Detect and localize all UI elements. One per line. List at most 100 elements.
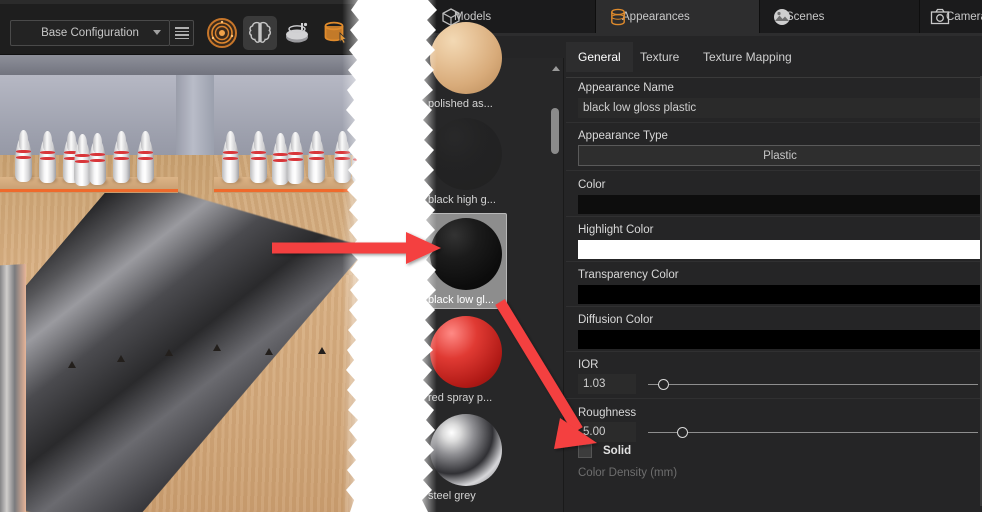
ceiling <box>0 55 372 77</box>
list-item[interactable]: steel grey <box>428 414 504 502</box>
list-menu-icon-bar <box>174 37 189 39</box>
tab-texture[interactable]: Texture <box>628 42 691 72</box>
bowling-pin <box>39 131 56 183</box>
tab-appearances-label: Appearances <box>622 11 690 23</box>
appearance-panel-fragment: Models Appearances Scenes Camer polished… <box>414 0 982 512</box>
material-thumbnail[interactable] <box>430 414 502 486</box>
sphere-scene-icon <box>772 7 792 30</box>
pin-deck-edge-left <box>0 189 178 192</box>
viewport-fragment: Base Configuration <box>0 0 372 512</box>
highlight-color-swatch[interactable] <box>578 240 982 259</box>
color-density-label: Color Density (mm) <box>578 467 678 479</box>
scene-lighting-icon[interactable] <box>281 16 315 50</box>
ior-slider-track[interactable] <box>648 384 978 385</box>
bowling-pin <box>308 131 325 183</box>
tab-scenes[interactable]: Scenes <box>760 0 920 34</box>
scroll-up-icon[interactable] <box>552 66 560 71</box>
transparency-color-swatch[interactable] <box>578 285 982 304</box>
bowling-pin <box>222 131 239 183</box>
bowling-pin <box>287 132 304 184</box>
tab-texture-mapping[interactable]: Texture Mapping <box>691 42 804 72</box>
lane-aiming-arrow <box>117 355 125 362</box>
list-menu-icon-bar <box>174 34 189 36</box>
roughness-label: Roughness <box>578 407 637 419</box>
lane-aiming-arrow <box>68 361 76 368</box>
panel-body: polished as... black high g... black low… <box>414 22 982 512</box>
appearance-name-input[interactable]: black low gloss plastic <box>578 98 982 118</box>
ior-label: IOR <box>578 359 599 371</box>
list-item-selected[interactable]: black low gl... <box>425 213 507 309</box>
divider <box>566 351 982 352</box>
torn-paper-edge-right <box>414 0 437 512</box>
tab-cameras-label: Cameras <box>946 11 982 23</box>
solid-checkbox[interactable] <box>578 444 592 458</box>
highlight-color-label: Highlight Color <box>578 224 654 236</box>
list-item[interactable]: polished as... <box>428 22 504 110</box>
render-viewport[interactable] <box>0 55 372 512</box>
tab-general[interactable]: General <box>566 42 633 72</box>
transparency-color-label: Transparency Color <box>578 269 679 281</box>
ior-input[interactable]: 1.03 <box>578 374 636 394</box>
roughness-slider-knob[interactable] <box>677 427 688 438</box>
scrollbar-thumb[interactable] <box>551 108 559 154</box>
camera-icon <box>930 8 950 28</box>
appearance-type-value: Plastic <box>763 149 797 162</box>
roughness-slider-track[interactable] <box>648 432 978 433</box>
list-item[interactable]: black high g... <box>428 118 504 206</box>
divider <box>566 216 982 217</box>
bowling-pin <box>137 131 154 183</box>
ai-denoiser-icon[interactable] <box>243 16 277 50</box>
configuration-menu-button[interactable] <box>170 20 194 46</box>
list-menu-icon-bar <box>174 27 189 29</box>
list-item-label: red spray p... <box>428 392 493 404</box>
appearance-properties: General Texture Texture Mapping Appearan… <box>566 36 982 512</box>
tab-cameras[interactable]: Cameras <box>920 0 982 34</box>
screenshot-root: Base Configuration Models Appearances Sc… <box>0 0 982 512</box>
tab-texture-mapping-label: Texture Mapping <box>703 50 792 64</box>
color-swatch[interactable] <box>578 195 982 214</box>
list-menu-icon-bar <box>174 30 189 32</box>
bowling-pin <box>113 131 130 183</box>
tab-appearances[interactable]: Appearances <box>596 0 760 34</box>
list-item-label: polished as... <box>428 98 493 110</box>
chevron-down-icon <box>153 30 161 35</box>
list-item-label: black high g... <box>428 194 496 206</box>
roughness-input[interactable]: 5.00 <box>578 422 636 442</box>
list-item-label: steel grey <box>428 490 476 502</box>
solid-label: Solid <box>603 445 632 457</box>
bowling-pin <box>89 133 106 185</box>
material-thumbnail[interactable] <box>430 22 502 94</box>
ior-slider-knob[interactable] <box>658 379 669 390</box>
left-toolbar: Base Configuration <box>0 0 372 55</box>
tab-general-label: General <box>578 50 621 64</box>
bowling-pin <box>250 131 267 183</box>
lane-aiming-arrow <box>265 348 273 355</box>
divider <box>566 398 982 399</box>
color-label: Color <box>578 179 606 191</box>
tab-texture-label: Texture <box>640 50 680 64</box>
divider <box>566 170 982 171</box>
roughness-value: 5.00 <box>583 426 606 438</box>
cylinder-icon <box>608 7 628 30</box>
gutter-left <box>0 263 26 512</box>
property-tabs: General Texture Texture Mapping <box>566 42 982 78</box>
configuration-dropdown-label: Base Configuration <box>41 27 139 39</box>
material-thumbnail[interactable] <box>430 316 502 388</box>
divider <box>566 261 982 262</box>
material-thumbnail[interactable] <box>430 218 502 290</box>
diffusion-color-label: Diffusion Color <box>578 314 654 326</box>
lane-aiming-arrow <box>213 344 221 351</box>
configuration-dropdown[interactable]: Base Configuration <box>10 20 170 46</box>
appearance-type-select[interactable]: Plastic <box>578 145 982 166</box>
diffusion-color-swatch[interactable] <box>578 330 982 349</box>
divider <box>566 122 982 123</box>
torn-paper-edge-left <box>346 0 372 512</box>
render-tools-icon[interactable] <box>205 16 239 50</box>
ior-value: 1.03 <box>583 378 606 390</box>
list-item-label: black low gl... <box>428 294 495 306</box>
bowling-pin <box>15 130 32 182</box>
appearance-name-value: black low gloss plastic <box>583 102 697 114</box>
list-item[interactable]: red spray p... <box>428 316 504 404</box>
material-thumbnail[interactable] <box>430 118 502 190</box>
window-top-edge <box>0 0 372 4</box>
